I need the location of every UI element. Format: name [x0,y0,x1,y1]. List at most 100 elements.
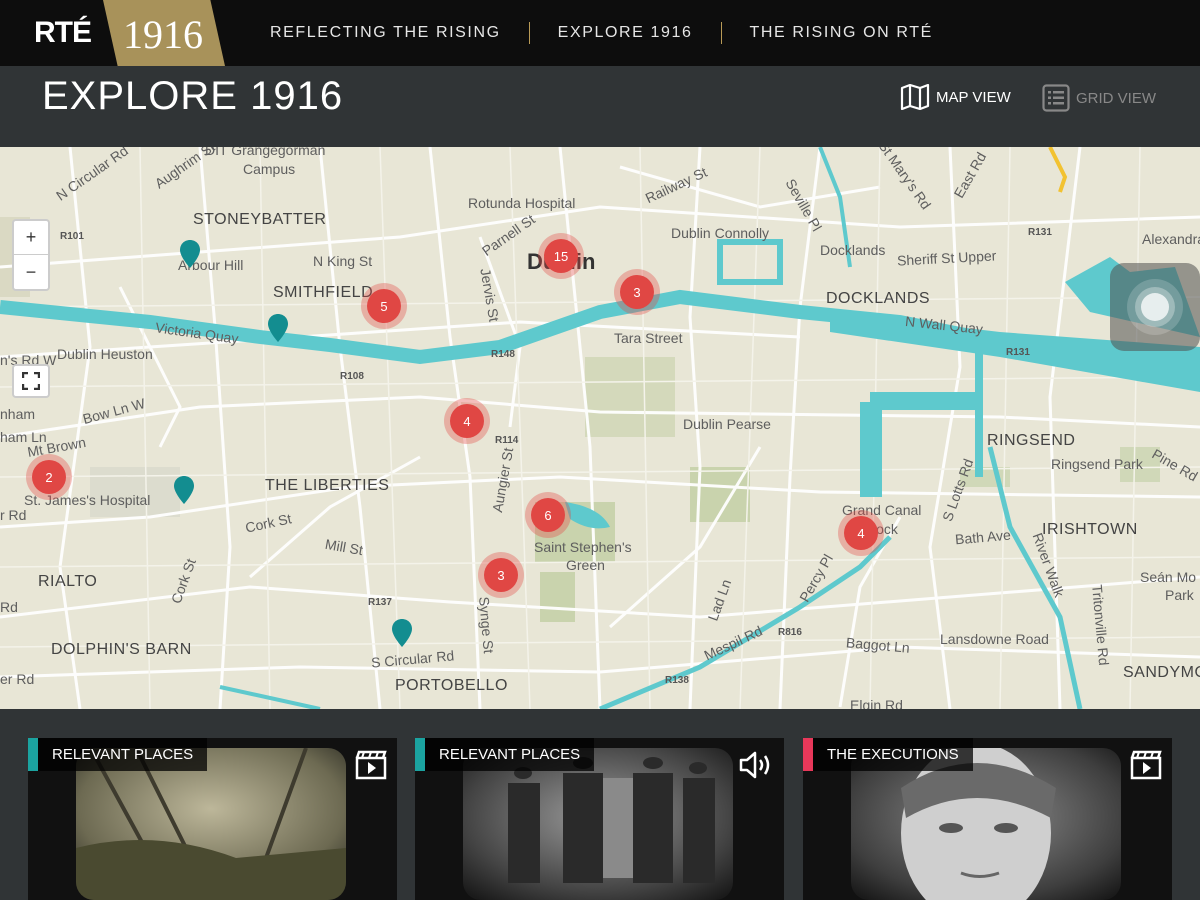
map-label: R114 [495,435,519,446]
map-label: Green [566,557,605,573]
page-header: EXPLORE 1916 MAP VIEW GRID VIEW [0,66,1200,147]
map-area[interactable]: DIT Grangegorman Campus Aughrim St N Cir… [0,147,1200,709]
map-label: DIT Grangegorman [205,147,326,158]
map-label: R816 [778,627,802,638]
card-category-label: RELEVANT PLACES [439,746,581,763]
cluster-count: 6 [531,498,565,532]
tag-color-bar [803,738,813,771]
zoom-in-button[interactable]: + [14,221,48,255]
top-navigation-bar: RTÉ 1916 REFLECTING THE RISING EXPLORE 1… [0,0,1200,66]
map-label: RINGSEND [987,432,1076,449]
map-label: DOLPHIN'S BARN [51,641,192,658]
tag-color-bar [415,738,425,771]
map-cluster-marker[interactable]: 6 [525,492,571,538]
cluster-count: 5 [367,289,401,323]
location-pin-icon[interactable] [267,313,289,343]
nav-explore-1916[interactable]: EXPLORE 1916 [538,24,713,42]
map-label: N King St [313,253,373,269]
card-category-tag: THE EXECUTIONS [803,738,973,771]
cluster-count: 2 [32,460,66,494]
map-cluster-marker[interactable]: 4 [444,398,490,444]
cluster-count: 4 [844,516,878,550]
map-cluster-marker[interactable]: 2 [26,454,72,500]
map-label: R131 [1028,227,1052,238]
cluster-count: 4 [450,404,484,438]
map-label: SANDYMO [1123,664,1200,681]
content-card[interactable]: RELEVANT PLACES [415,738,784,900]
assistive-touch-icon [1127,279,1183,335]
map-label: Dublin Heuston [57,346,153,362]
map-label: Park [1165,587,1194,603]
map-label: STONEYBATTER [193,211,327,228]
map-base-layer [0,147,1200,709]
map-label: Saint Stephen's [534,539,632,555]
map-label: r Rd [0,507,27,523]
nav-separator [528,22,530,44]
card-category-label: THE EXECUTIONS [827,746,959,763]
grid-view-label: GRID VIEW [1076,89,1157,107]
map-cluster-marker[interactable]: 3 [614,269,660,315]
map-label: nham [0,406,36,422]
cluster-count: 15 [544,239,578,273]
location-pin-icon[interactable] [391,618,413,648]
video-icon [355,750,387,780]
map-label: ham Ln [0,429,47,445]
map-label: R148 [491,349,515,360]
tag-color-bar [28,738,38,771]
map-icon [900,84,930,110]
video-icon [1130,750,1162,780]
content-card[interactable]: RELEVANT PLACES [28,738,397,900]
card-category-tag: RELEVANT PLACES [415,738,595,771]
logo-1916[interactable]: 1916 [103,0,225,66]
nav-reflecting-the-rising[interactable]: REFLECTING THE RISING [250,24,521,42]
map-label: R101 [60,231,84,242]
map-label: R131 [1006,347,1030,358]
map-label: Dublin Connolly [671,225,770,241]
cluster-count: 3 [620,275,654,309]
map-label: SMITHFIELD [273,284,374,301]
location-pin-icon[interactable] [179,239,201,269]
map-label: DOCKLANDS [826,290,931,307]
cluster-count: 3 [484,558,518,592]
map-label: Dublin Pearse [683,416,771,432]
map-label: Tara Street [614,330,683,346]
map-label: THE LIBERTIES [265,477,390,494]
map-label: R138 [665,675,689,686]
card-category-label: RELEVANT PLACES [52,746,194,763]
map-label: RIALTO [38,573,98,590]
map-label: Alexandra [1142,231,1200,247]
map-label: R137 [368,597,392,608]
assistive-touch-button[interactable] [1110,263,1200,351]
audio-icon [739,751,770,779]
map-label: Rd [0,599,18,615]
map-label: R108 [340,371,364,382]
map-cluster-marker[interactable]: 15 [538,233,584,279]
nav-the-rising-on-rte[interactable]: THE RISING ON RTÉ [730,24,953,42]
map-cluster-marker[interactable]: 4 [838,510,884,556]
map-cluster-marker[interactable]: 5 [361,283,407,329]
map-label: PORTOBELLO [395,677,508,694]
map-label: Campus [243,161,296,177]
rte-logo[interactable]: RTÉ [34,16,92,50]
location-pin-icon[interactable] [173,475,195,505]
map-label: Lansdowne Road [940,631,1049,647]
map-label: Seán Mo [1140,569,1197,585]
map-label: Ringsend Park [1051,456,1143,472]
map-cluster-marker[interactable]: 3 [478,552,524,598]
map-view-label: MAP VIEW [936,88,1011,106]
content-cards-strip: RELEVANT PLACES RELEVANT PLACES THE EXEC… [0,709,1200,900]
map-label: Docklands [820,242,886,258]
map-label: Rotunda Hospital [468,195,576,211]
logo-1916-text: 1916 [123,12,203,57]
map-label: IRISHTOWN [1042,521,1138,538]
card-category-tag: RELEVANT PLACES [28,738,208,771]
fullscreen-icon [22,372,40,390]
nav-separator [720,22,722,44]
content-card[interactable]: THE EXECUTIONS [803,738,1172,900]
fullscreen-button[interactable] [12,364,50,398]
map-view-button[interactable]: MAP VIEW [900,84,1011,110]
main-nav: REFLECTING THE RISING EXPLORE 1916 THE R… [250,0,953,66]
zoom-out-button[interactable]: − [14,255,48,289]
grid-view-button[interactable]: GRID VIEW [1042,84,1156,112]
zoom-control: + − [12,219,50,291]
